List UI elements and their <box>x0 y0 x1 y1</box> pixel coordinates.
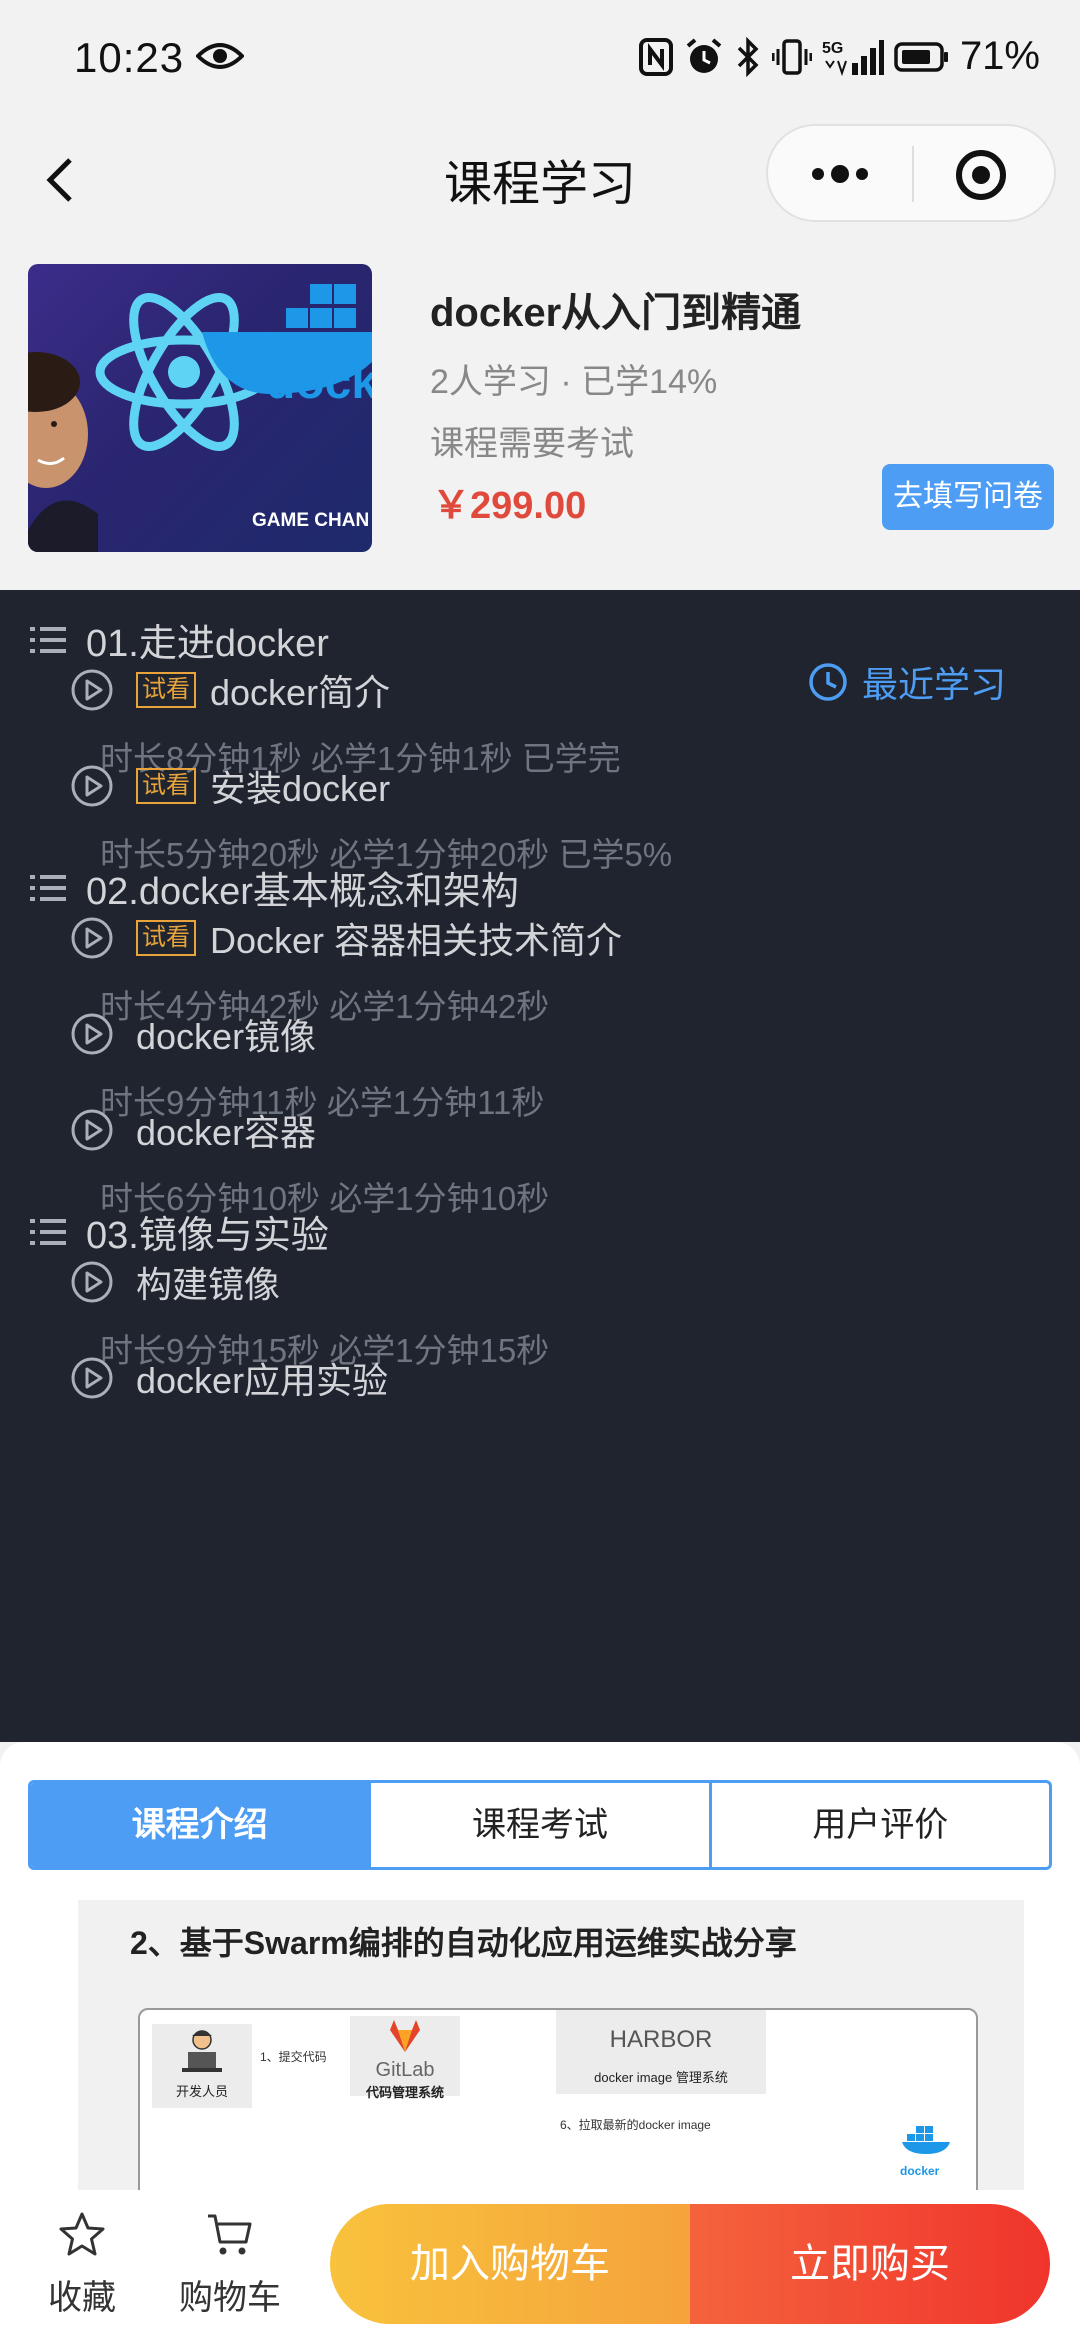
vibrate-icon <box>771 38 812 75</box>
harbor-label: docker image 管理系统 <box>594 2070 728 2085</box>
alarm-icon <box>686 37 722 73</box>
lesson-name: docker应用实验 <box>136 1360 389 1401</box>
lesson-name: 构建镜像 <box>136 1264 281 1305</box>
tab-course-exam[interactable]: 课程考试 <box>368 1783 708 1867</box>
nav-bar: 课程学习 <box>0 120 1080 236</box>
play-icon <box>71 1109 113 1151</box>
trial-badge: 试看 <box>136 920 196 956</box>
close-miniprogram-icon[interactable] <box>954 148 1008 202</box>
recent-study-indicator[interactable]: 最近学习 <box>808 656 1006 708</box>
status-time: 10:23 <box>74 34 185 81</box>
chapter-list: 01.走进docker 试看 docker简介 时长8分钟1秒 必学1分钟1秒 … <box>0 590 1080 1742</box>
developer-icon <box>182 2030 222 2072</box>
clock-icon <box>809 663 847 701</box>
play-icon <box>71 917 113 959</box>
svg-text:dock: dock <box>266 356 372 409</box>
step-6-label: 6、拉取最新的docker image <box>560 2118 711 2132</box>
lesson-name: 安装docker <box>210 768 391 809</box>
capsule-divider <box>912 146 914 202</box>
course-thumbnail[interactable]: dock GAME CHAN <box>28 264 372 552</box>
tab-course-intro[interactable]: 课程介绍 <box>31 1783 369 1867</box>
lesson-name: docker镜像 <box>136 1016 317 1057</box>
list-icon <box>30 626 66 653</box>
harbor-name: HARBOR <box>609 2026 713 2053</box>
nfc-icon <box>638 37 673 76</box>
chapter-title[interactable]: 03.镜像与实验 <box>30 1204 329 1259</box>
trial-badge: 试看 <box>136 672 196 708</box>
lesson-name: docker容器 <box>136 1112 317 1153</box>
play-icon <box>71 669 113 711</box>
architecture-diagram: 开发人员 1、提交代码 GitLab 代码管理系统 HARBOR docker … <box>138 2008 978 2192</box>
thumbnail-caption: GAME CHAN <box>252 510 370 531</box>
lesson-name: docker简介 <box>210 672 391 713</box>
favorite-label: 收藏 <box>48 2279 116 2317</box>
chapter-title-text: 02.docker基本概念和架构 <box>86 871 519 913</box>
cart-icon <box>208 2214 252 2255</box>
docker-icon <box>902 2126 950 2154</box>
course-exam-note: 课程需要考试 <box>430 425 634 463</box>
cart-label: 购物车 <box>179 2279 281 2317</box>
buy-now-button[interactable]: 立即购买 <box>690 2204 1050 2324</box>
more-icon[interactable] <box>808 156 872 192</box>
play-icon <box>71 1261 113 1303</box>
recent-study-label: 最近学习 <box>862 664 1007 705</box>
bottom-action-bar: 收藏 购物车 加入购物车 立即购买 <box>0 2190 1080 2340</box>
signal-icon: 5G <box>822 39 884 76</box>
thumbnail-artwork: dock <box>28 284 372 552</box>
step-1-label: 1、提交代码 <box>260 2050 327 2064</box>
list-icon <box>30 1218 66 1245</box>
lesson-item[interactable]: docker容器 时长6分钟10秒 必学1分钟10秒 <box>70 1104 549 1220</box>
course-price: ￥299.00 <box>432 485 587 527</box>
survey-button[interactable]: 去填写问卷 <box>882 464 1054 530</box>
svg-text:5G: 5G <box>822 40 843 57</box>
status-bar: 10:23 5G 71% <box>0 0 1080 120</box>
chapter-title-text: 01.走进docker <box>86 623 329 665</box>
purchase-group: 加入购物车 立即购买 <box>330 2204 1050 2324</box>
intro-image: 2、基于Swarm编排的自动化应用运维实战分享 开发人员 1、提交代码 GitL… <box>78 1900 1024 2192</box>
add-to-cart-button[interactable]: 加入购物车 <box>330 2204 690 2324</box>
gitlab-icon <box>390 2020 420 2052</box>
lesson-item[interactable]: docker应用实验 <box>70 1352 388 1404</box>
eye-icon <box>196 43 244 69</box>
play-icon <box>71 1013 113 1055</box>
cart-button[interactable]: 购物车 <box>170 2210 290 2319</box>
developer-label: 开发人员 <box>175 2084 228 2099</box>
battery-percent: 71% <box>959 34 1040 78</box>
play-icon <box>71 765 113 807</box>
docker-label: docker <box>900 2164 940 2178</box>
gitlab-node: GitLab 代码管理系统 <box>350 2016 460 2100</box>
chapter-title[interactable]: 01.走进docker <box>30 612 329 667</box>
intro-heading: 2、基于Swarm编排的自动化应用运维实战分享 <box>130 1925 797 1961</box>
chapter-title[interactable]: 02.docker基本概念和架构 <box>30 860 519 915</box>
status-icons: 5G 71% <box>638 34 1040 79</box>
trial-badge: 试看 <box>136 768 196 804</box>
lesson-item[interactable]: 试看 安装docker 时长5分钟20秒 必学1分钟20秒 已学5% <box>70 760 672 876</box>
chapter-title-text: 03.镜像与实验 <box>86 1215 329 1257</box>
course-detail-sheet: 课程介绍 课程考试 用户评价 2、基于Swarm编排的自动化应用运维实战分享 开… <box>0 1742 1080 2192</box>
developer-node: 开发人员 <box>152 2024 252 2108</box>
harbor-node: HARBOR docker image 管理系统 <box>556 2010 766 2094</box>
bluetooth-icon <box>737 36 759 77</box>
detail-tabs: 课程介绍 课程考试 用户评价 <box>28 1780 1052 1870</box>
mini-program-capsule <box>766 124 1056 222</box>
course-meta: 2人学习 · 已学14% <box>430 363 718 401</box>
list-icon <box>30 874 66 901</box>
gitlab-label: 代码管理系统 <box>365 2085 444 2100</box>
star-icon <box>59 2212 105 2256</box>
tab-user-reviews[interactable]: 用户评价 <box>708 1783 1049 1867</box>
favorite-button[interactable]: 收藏 <box>22 2210 142 2319</box>
course-header: dock GAME CHAN docker从入门到精通 2人学习 · 已学14%… <box>0 236 1080 590</box>
play-icon <box>71 1357 113 1399</box>
battery-icon <box>894 41 948 72</box>
gitlab-name: GitLab <box>375 2059 435 2081</box>
course-title: docker从入门到精通 <box>430 291 802 335</box>
lesson-name: Docker 容器相关技术简介 <box>210 920 623 961</box>
